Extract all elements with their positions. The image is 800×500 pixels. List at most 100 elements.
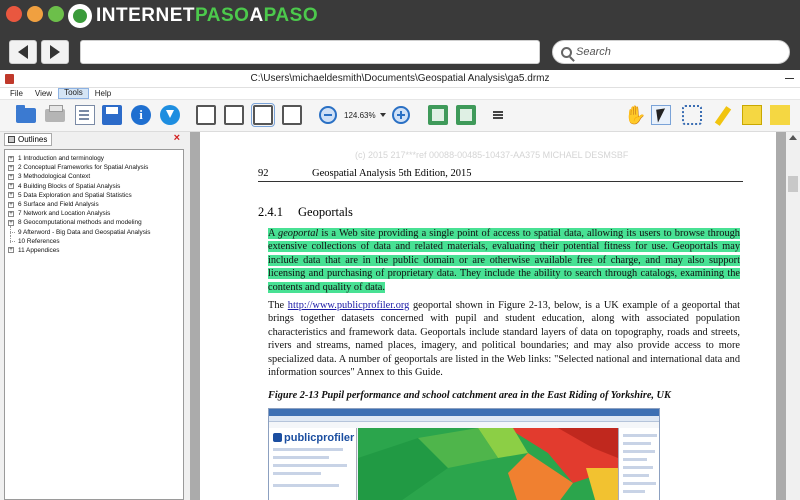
outline-item-label: 6 Surface and Field Analysis: [18, 201, 99, 209]
menu-icon[interactable]: [493, 111, 503, 119]
zoom-dropdown-icon[interactable]: [380, 113, 386, 117]
menu-tools[interactable]: Tools: [58, 88, 89, 99]
minimize-icon[interactable]: [785, 78, 794, 79]
previous-page-icon[interactable]: [428, 105, 448, 125]
tree-connector: [8, 226, 15, 235]
publicprofiler-link[interactable]: http://www.publicprofiler.org: [288, 300, 410, 311]
outline-item[interactable]: +3 Methodological Context: [5, 172, 183, 181]
figure-caption: Figure 2-13 Pupil performance and school…: [268, 390, 671, 401]
fit-page-icon[interactable]: [196, 105, 216, 125]
title-bar: C:\Users\michaeldesmith\Documents\Geospa…: [0, 70, 800, 88]
outline-item[interactable]: 9 Afterword - Big Data and Geospatial An…: [5, 226, 183, 237]
outline-item[interactable]: +2 Conceptual Frameworks for Spatial Ana…: [5, 163, 183, 172]
outline-item-label: 7 Network and Location Analysis: [18, 210, 111, 218]
outline-item-label: 2 Conceptual Frameworks for Spatial Anal…: [18, 164, 149, 172]
zoom-level[interactable]: 124.63%: [344, 111, 376, 120]
outline-item[interactable]: +8 Geocomputational methods and modeling: [5, 218, 183, 227]
site-logo: INTERNETPASOAPASO: [68, 3, 318, 29]
figure-logo: publicprofiler: [273, 432, 354, 444]
expand-icon[interactable]: +: [8, 164, 14, 171]
expand-icon[interactable]: +: [8, 210, 14, 217]
outlines-tab[interactable]: Outlines: [4, 132, 53, 146]
zoom-out-icon[interactable]: [319, 106, 337, 124]
outline-item-label: 5 Data Exploration and Spatial Statistic…: [18, 191, 132, 199]
single-page-icon[interactable]: [282, 105, 302, 125]
expand-icon[interactable]: +: [8, 155, 14, 162]
actual-size-icon[interactable]: [251, 103, 275, 127]
hand-tool-icon[interactable]: ✋: [624, 105, 646, 125]
document-page: (c) 2015 217***ref 00088-00485-10437-AA3…: [200, 132, 776, 500]
outline-item[interactable]: +4 Building Blocks of Spatial Analysis: [5, 182, 183, 191]
tree-connector: [8, 235, 15, 244]
section-heading: 2.4.1 Geoportals: [258, 205, 353, 219]
expand-icon[interactable]: +: [8, 183, 14, 190]
outline-item-label: 9 Afterword - Big Data and Geospatial An…: [18, 228, 151, 236]
zoom-in-icon[interactable]: [392, 106, 410, 124]
back-arrow-icon: [18, 45, 28, 59]
outline-icon: [8, 135, 15, 143]
watermark: (c) 2015 217***ref 00088-00485-10437-AA3…: [355, 150, 629, 160]
close-window-button[interactable]: [6, 6, 22, 22]
minimize-window-button[interactable]: [27, 6, 43, 22]
reader-app: C:\Users\michaeldesmith\Documents\Geospa…: [0, 70, 800, 500]
outline-tree: +1 Introduction and terminology +2 Concep…: [4, 149, 184, 500]
info-icon[interactable]: i: [131, 105, 151, 125]
print-icon[interactable]: [45, 105, 65, 122]
scroll-thumb[interactable]: [788, 176, 798, 192]
outline-item[interactable]: +5 Data Exploration and Spatial Statisti…: [5, 191, 183, 200]
running-header: 92 Geospatial Analysis 5th Edition, 2015: [258, 164, 743, 182]
vertical-scrollbar[interactable]: [786, 132, 800, 500]
outline-panel: Outlines × +1 Introduction and terminolo…: [4, 132, 184, 500]
scroll-up-icon[interactable]: [789, 135, 797, 140]
search-input[interactable]: Search: [552, 40, 790, 64]
outline-item[interactable]: +6 Surface and Field Analysis: [5, 200, 183, 209]
outline-item-label: 10 References: [18, 237, 60, 245]
figure-image: publicprofiler: [268, 408, 660, 500]
menu-help[interactable]: Help: [89, 88, 117, 99]
save-icon[interactable]: [102, 105, 122, 125]
highlighted-paragraph: A geoportal is a Web site providing a si…: [268, 228, 740, 293]
note-icon[interactable]: [742, 105, 762, 125]
figure-legend: [618, 428, 659, 500]
browser-chrome: INTERNETPASOAPASO Search: [0, 0, 800, 70]
running-title: Geospatial Analysis 5th Edition, 2015: [312, 168, 472, 179]
next-page-icon[interactable]: [456, 105, 476, 125]
expand-icon[interactable]: +: [8, 247, 14, 254]
document-properties-icon[interactable]: [75, 105, 95, 125]
maximize-window-button[interactable]: [48, 6, 64, 22]
search-icon: [561, 46, 572, 58]
outline-item[interactable]: 10 References: [5, 235, 183, 246]
back-button[interactable]: [9, 40, 37, 64]
outline-item-label: 1 Introduction and terminology: [18, 155, 104, 163]
page-number: 92: [258, 168, 269, 179]
expand-icon[interactable]: +: [8, 219, 14, 226]
menu-view[interactable]: View: [29, 88, 58, 99]
outline-item[interactable]: +7 Network and Location Analysis: [5, 209, 183, 218]
body-paragraph: The http://www.publicprofiler.org geopor…: [268, 300, 741, 379]
menu-file[interactable]: File: [4, 88, 29, 99]
download-icon[interactable]: [160, 105, 180, 125]
outline-item-label: 8 Geocomputational methods and modeling: [18, 219, 142, 227]
expand-icon[interactable]: +: [8, 173, 14, 180]
outline-item[interactable]: +11 Appendices: [5, 246, 183, 255]
outline-item-label: 4 Building Blocks of Spatial Analysis: [18, 182, 121, 190]
expand-icon[interactable]: +: [8, 192, 14, 199]
forward-button[interactable]: [41, 40, 69, 64]
highlight-icon[interactable]: [770, 105, 790, 125]
pointer-tool-icon[interactable]: [651, 105, 671, 125]
document-viewer[interactable]: (c) 2015 217***ref 00088-00485-10437-AA3…: [190, 132, 786, 500]
address-bar[interactable]: [80, 40, 540, 64]
select-area-icon[interactable]: [682, 105, 702, 125]
open-folder-icon[interactable]: [16, 105, 36, 123]
outline-item-label: 3 Methodological Context: [18, 173, 91, 181]
outline-item[interactable]: +1 Introduction and terminology: [5, 154, 183, 163]
close-icon[interactable]: ×: [174, 132, 180, 144]
figure-map: [358, 428, 618, 500]
fit-width-icon[interactable]: [224, 105, 244, 125]
window-title: C:\Users\michaeldesmith\Documents\Geospa…: [250, 73, 550, 84]
expand-icon[interactable]: +: [8, 201, 14, 208]
logo-icon: [68, 4, 92, 28]
toolbar: i 124.63% ✋: [0, 100, 800, 132]
pencil-icon[interactable]: [714, 106, 732, 126]
forward-arrow-icon: [50, 45, 60, 59]
